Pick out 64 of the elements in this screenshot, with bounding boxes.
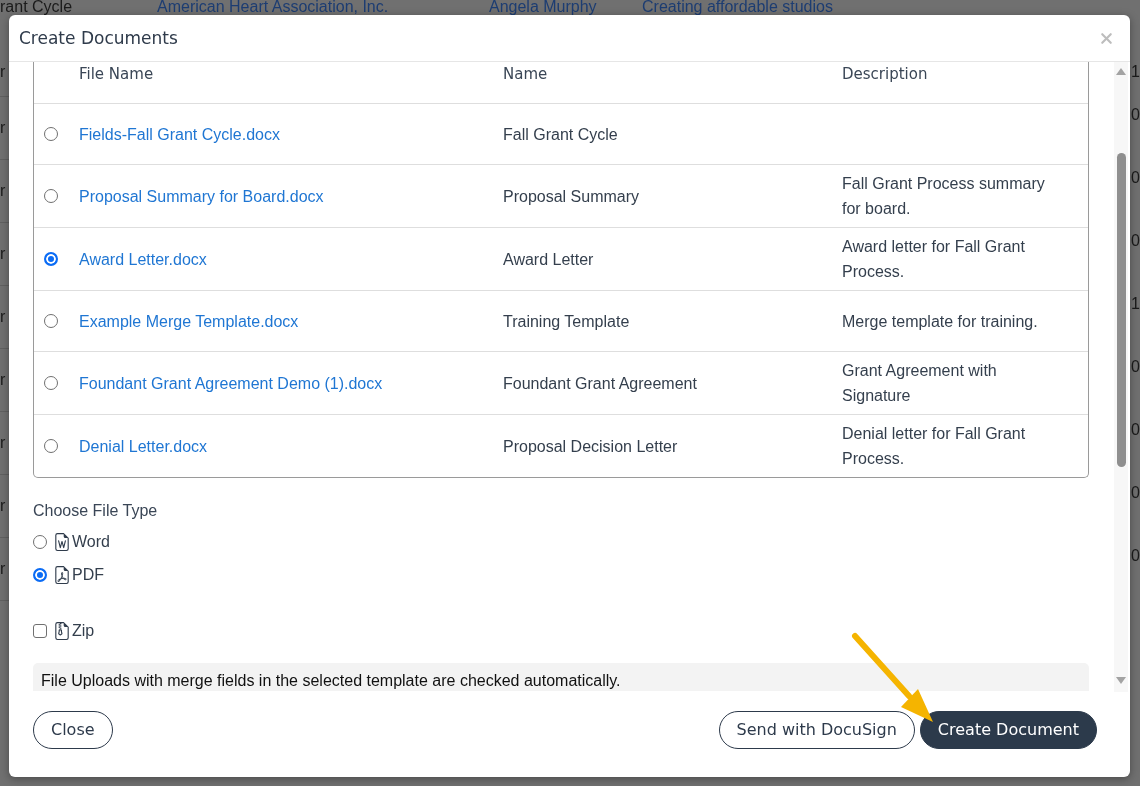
- option-label[interactable]: Zip: [72, 619, 95, 643]
- section-label: Choose File Type: [33, 501, 158, 521]
- scrollbar-track[interactable]: [1114, 62, 1128, 692]
- text-fragment: 0: [1131, 168, 1140, 187]
- text-fragment: 0: [1131, 357, 1140, 376]
- file-link[interactable]: Fields-Fall Grant Cycle.docx: [79, 125, 280, 143]
- scrollbar-thumb[interactable]: [1116, 153, 1126, 467]
- table-cell: Foundant Grant Agreement: [503, 374, 697, 392]
- radio-button[interactable]: [44, 252, 58, 266]
- word-file-icon: [53, 533, 71, 551]
- column-header: File Name: [79, 65, 154, 83]
- radio-button[interactable]: [44, 189, 58, 203]
- radio-button[interactable]: [44, 314, 58, 328]
- text-fragment: r: [0, 434, 6, 452]
- table-cell: Award Letter: [503, 250, 594, 268]
- info-note: File Uploads with merge fields in the selected template are checked automatically.: [33, 663, 1089, 691]
- text-fragment: r: [0, 182, 6, 200]
- text-fragment: 0: [1131, 420, 1140, 439]
- table-cell: Training Template: [503, 312, 630, 330]
- radio-button[interactable]: [33, 568, 47, 582]
- text-fragment: r: [0, 371, 6, 389]
- radio-button[interactable]: [44, 127, 58, 141]
- column-header: Description: [842, 65, 928, 83]
- table-cell-text: Merge template for training.: [842, 311, 1039, 332]
- text-fragment: r: [0, 560, 6, 578]
- file-link[interactable]: Award Letter.docx: [79, 250, 207, 268]
- file-link[interactable]: Denial Letter.docx: [79, 437, 208, 455]
- footer-button[interactable]: Create Document: [919, 711, 1097, 749]
- radio-button[interactable]: [33, 535, 47, 549]
- text-fragment: r: [0, 497, 6, 515]
- zip-file-icon: [53, 622, 71, 640]
- table-cell-text: Fall Grant Process summary for board.: [842, 174, 1046, 219]
- text-fragment: 0: [1131, 546, 1140, 565]
- option-label[interactable]: Word: [72, 530, 110, 554]
- text-fragment: 1: [1131, 63, 1140, 81]
- text-fragment: 1: [1131, 294, 1140, 313]
- file-link[interactable]: Proposal Summary for Board.docx: [79, 187, 324, 205]
- radio-button[interactable]: [44, 376, 58, 390]
- footer-button[interactable]: Send with DocuSign: [718, 711, 915, 749]
- text-fragment: 0: [1131, 105, 1140, 124]
- scroll-down-arrow-icon[interactable]: [1116, 677, 1126, 684]
- text-fragment: 0: [1131, 231, 1140, 250]
- file-link[interactable]: Foundant Grant Agreement Demo (1).docx: [79, 374, 383, 392]
- text-fragment: r: [0, 119, 6, 137]
- column-header: Name: [503, 65, 548, 83]
- dialog-title: Create Documents: [19, 27, 178, 49]
- footer-button[interactable]: Close: [33, 711, 113, 749]
- radio-button[interactable]: [44, 439, 58, 453]
- text-fragment: r: [0, 308, 6, 326]
- table-cell-text: Award letter for Fall Grant Process.: [842, 237, 1026, 282]
- checkbox[interactable]: [33, 624, 47, 638]
- scroll-up-arrow-icon[interactable]: [1116, 68, 1126, 75]
- table-cell-text: Denial letter for Fall Grant Process.: [842, 424, 1027, 469]
- text-fragment: r: [0, 62, 6, 81]
- table-cell: rant Cycle: [0, 0, 73, 15]
- table-cell: Proposal Decision Letter: [503, 437, 678, 455]
- text-fragment: 0: [1131, 483, 1140, 502]
- option-label[interactable]: PDF: [72, 563, 104, 587]
- table-cell: Proposal Summary: [503, 187, 640, 205]
- file-link[interactable]: Example Merge Template.docx: [79, 312, 299, 330]
- table-cell: Fall Grant Cycle: [503, 125, 618, 143]
- text-fragment: r: [0, 245, 6, 263]
- pdf-file-icon: [53, 566, 71, 584]
- table-cell-text: Grant Agreement with Signature: [842, 361, 998, 406]
